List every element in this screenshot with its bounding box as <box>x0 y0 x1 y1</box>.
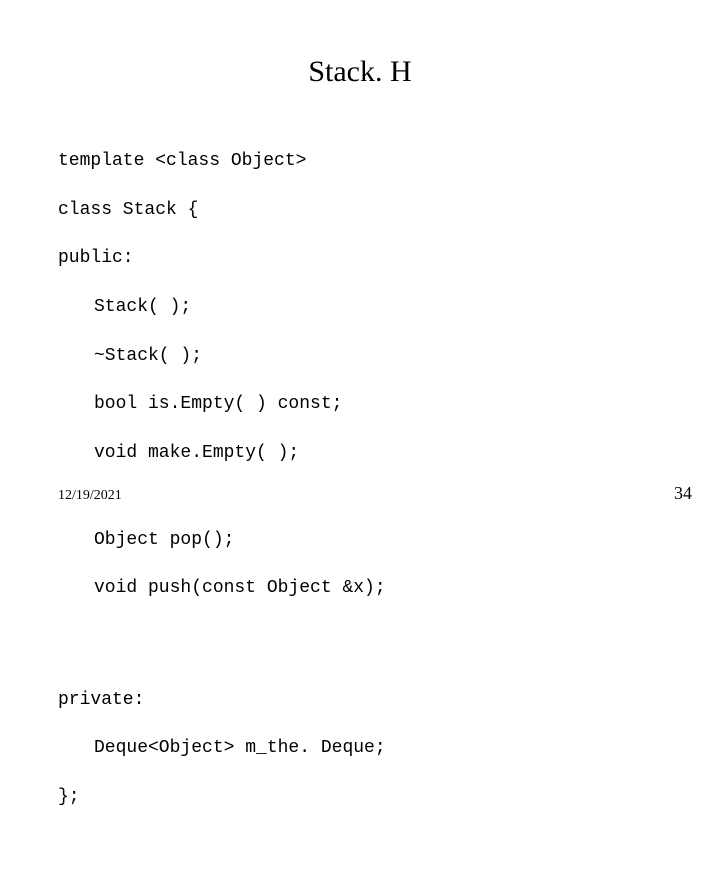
code-text: Deque<Object> m_the. Deque; <box>94 738 386 758</box>
code-line: template <class Object> <box>58 149 386 173</box>
code-text: void push(const Object &x); <box>94 578 386 598</box>
code-line: void make.Empty( ); <box>58 441 386 465</box>
code-line: Stack( ); <box>58 295 386 319</box>
slide: Stack. H template <class Object> class S… <box>0 0 720 540</box>
code-line: class Stack { <box>58 198 386 222</box>
code-line: public: <box>58 246 386 270</box>
code-text: Stack( ); <box>94 297 191 317</box>
slide-title: Stack. H <box>0 55 720 89</box>
code-text: ~Stack( ); <box>94 346 202 366</box>
code-line: void push(const Object &x); <box>58 576 386 600</box>
page-number: 34 <box>674 483 692 504</box>
code-line: bool is.Empty( ) const; <box>58 392 386 416</box>
code-text: void make.Empty( ); <box>94 443 299 463</box>
code-text: bool is.Empty( ) const; <box>94 394 342 414</box>
code-line: }; <box>58 785 386 809</box>
code-line: Deque<Object> m_the. Deque; <box>58 736 386 760</box>
footer-date: 12/19/2021 <box>58 488 122 504</box>
code-line: ~Stack( ); <box>58 344 386 368</box>
code-line: private: <box>58 688 386 712</box>
